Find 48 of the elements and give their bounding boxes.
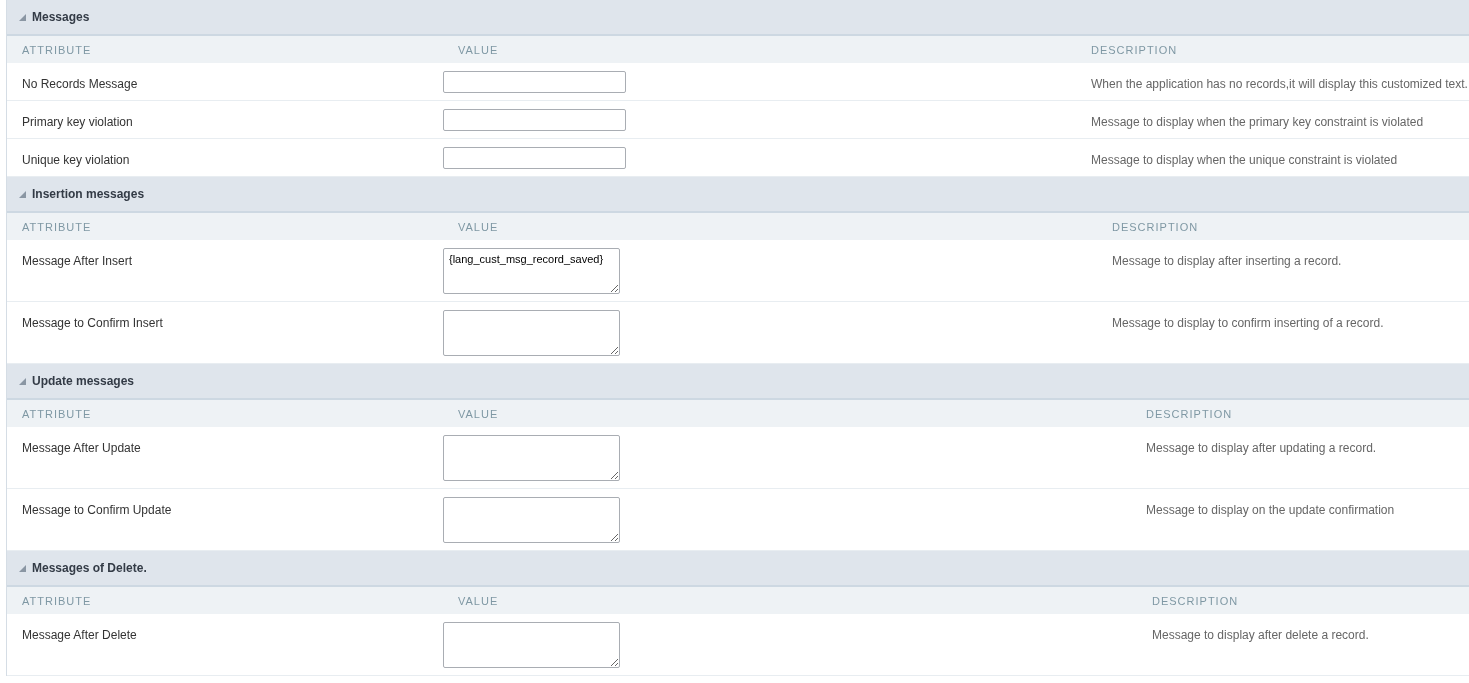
- input-field[interactable]: [443, 147, 626, 169]
- section-header[interactable]: Messages of Delete.: [7, 551, 1469, 587]
- column-header: ATTRIBUTE: [7, 400, 443, 427]
- section-title: Messages: [32, 10, 90, 24]
- column-header: VALUE: [443, 213, 1097, 240]
- description-text: Message to display to confirm inserting of a record.: [1112, 315, 1384, 330]
- column-header: VALUE: [443, 400, 1131, 427]
- description-text: Message to display when the primary key constraint is violated: [1091, 114, 1424, 129]
- collapse-triangle-icon[interactable]: [19, 190, 26, 198]
- attribute-label: Unique key violation: [22, 152, 130, 167]
- section-title: Update messages: [32, 374, 135, 388]
- column-header: DESCRIPTION: [1076, 36, 1469, 63]
- section-header[interactable]: Messages: [7, 0, 1469, 36]
- description-text: Message to display after updating a record.: [1146, 440, 1377, 455]
- column-header: DESCRIPTION: [1137, 587, 1469, 614]
- input-field[interactable]: [443, 109, 626, 131]
- attribute-label: Message After Update: [22, 440, 141, 455]
- collapse-triangle-icon[interactable]: [19, 13, 26, 21]
- description-text: Message to display after inserting a record.: [1112, 253, 1342, 268]
- description-text: Message to display on the update confirmation: [1146, 502, 1395, 517]
- column-header: DESCRIPTION: [1131, 400, 1469, 427]
- attribute-label: Primary key violation: [22, 114, 133, 129]
- description-text: Message to display after delete a record.: [1152, 627, 1369, 642]
- collapse-triangle-icon[interactable]: [19, 377, 26, 385]
- section-title: Insertion messages: [32, 187, 145, 201]
- text-area[interactable]: [443, 435, 620, 481]
- text-area[interactable]: [443, 497, 620, 543]
- attribute-label: Message After Delete: [22, 627, 137, 642]
- section-title: Messages of Delete.: [32, 561, 147, 575]
- description-text: Message to display when the unique constraint is violated: [1091, 152, 1398, 167]
- column-header: VALUE: [443, 587, 1137, 614]
- column-header: ATTRIBUTE: [7, 213, 443, 240]
- attribute-label: Message to Confirm Insert: [22, 315, 163, 330]
- column-header: ATTRIBUTE: [7, 587, 443, 614]
- attribute-label: Message After Insert: [22, 253, 133, 268]
- column-header: DESCRIPTION: [1097, 213, 1469, 240]
- attribute-label: Message to Confirm Update: [22, 502, 172, 517]
- collapse-triangle-icon[interactable]: [19, 564, 26, 572]
- attribute-label: No Records Message: [22, 76, 138, 91]
- description-text: When the application has no records,it will display this customized text.: [1091, 76, 1468, 91]
- input-field[interactable]: [443, 71, 626, 93]
- column-header: ATTRIBUTE: [7, 36, 443, 63]
- text-area[interactable]: {lang_cust_msg_record_saved}: [443, 248, 620, 294]
- text-area[interactable]: [443, 310, 620, 356]
- column-header: VALUE: [443, 36, 1076, 63]
- section-header[interactable]: Update messages: [7, 364, 1469, 400]
- text-area[interactable]: [443, 622, 620, 668]
- section-header[interactable]: Insertion messages: [7, 177, 1469, 213]
